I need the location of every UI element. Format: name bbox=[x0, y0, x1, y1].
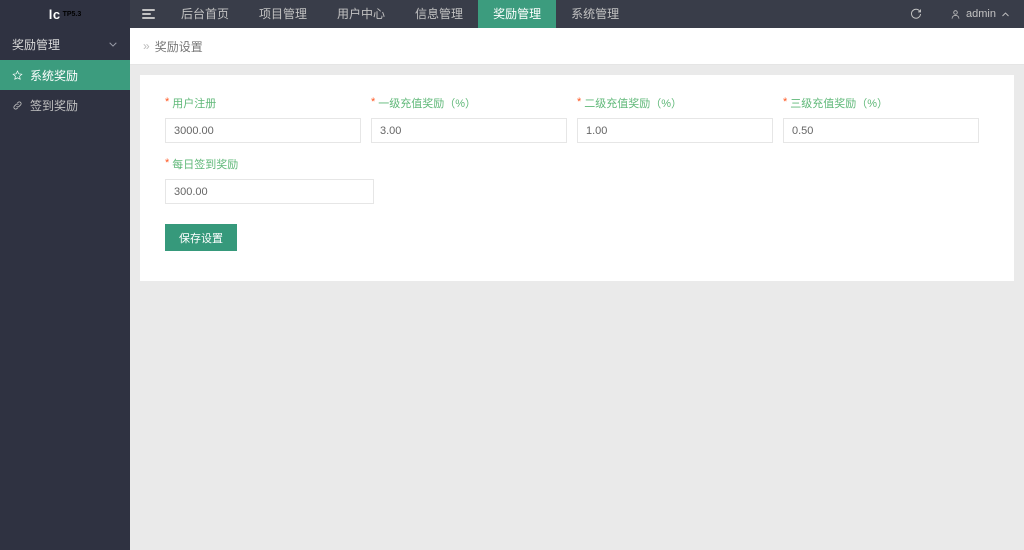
field-user-register: * 用户注册 bbox=[165, 97, 361, 143]
field-label: * 二级充值奖励（%） bbox=[577, 97, 773, 111]
field-level3-recharge: * 三级充值奖励（%） bbox=[783, 97, 979, 143]
field-label: * 每日签到奖励 bbox=[165, 158, 374, 172]
sidebar-group-reward[interactable]: 奖励管理 bbox=[0, 28, 130, 60]
field-level2-recharge: * 二级充值奖励（%） bbox=[577, 97, 773, 143]
top-header: 后台首页 项目管理 用户中心 信息管理 奖励管理 系统管理 admin bbox=[130, 0, 1024, 28]
sidebar: 奖励管理 系统奖励 签到奖励 bbox=[0, 28, 130, 550]
logo[interactable]: lc TP5.3 bbox=[0, 0, 130, 28]
app-root: lc TP5.3 后台首页 项目管理 用户中心 信息管理 奖励管理 系统管理 ad… bbox=[0, 0, 1024, 550]
required-marker: * bbox=[371, 96, 376, 108]
required-marker: * bbox=[577, 96, 582, 108]
breadcrumb: » 奖励设置 bbox=[130, 28, 1024, 65]
nav-item-home[interactable]: 后台首页 bbox=[166, 0, 244, 28]
level2-recharge-input[interactable] bbox=[577, 118, 773, 143]
user-icon bbox=[950, 9, 961, 20]
breadcrumb-separator: » bbox=[143, 39, 150, 53]
sidebar-group-label: 奖励管理 bbox=[12, 37, 61, 52]
field-level1-recharge: * 一级充值奖励（%） bbox=[371, 97, 567, 143]
refresh-icon bbox=[910, 8, 922, 20]
nav-item-info[interactable]: 信息管理 bbox=[400, 0, 478, 28]
user-menu[interactable]: admin bbox=[936, 0, 1024, 28]
field-label-text: 一级充值奖励（%） bbox=[378, 98, 477, 110]
hamburger-icon[interactable] bbox=[130, 0, 166, 28]
form-row-1: * 用户注册 * 一级充值奖励（%） * 二级充值奖励（%） bbox=[165, 97, 989, 143]
nav-item-user-center[interactable]: 用户中心 bbox=[322, 0, 400, 28]
nav-item-system[interactable]: 系统管理 bbox=[556, 0, 634, 28]
field-label-text: 每日签到奖励 bbox=[172, 159, 239, 171]
reward-settings-card: * 用户注册 * 一级充值奖励（%） * 二级充值奖励（%） bbox=[140, 75, 1014, 281]
form-actions: 保存设置 bbox=[165, 224, 989, 251]
field-label-text: 三级充值奖励（%） bbox=[790, 98, 889, 110]
logo-superscript: TP5.3 bbox=[62, 10, 82, 18]
refresh-button[interactable] bbox=[896, 0, 936, 28]
save-button[interactable]: 保存设置 bbox=[165, 224, 237, 251]
content-area: * 用户注册 * 一级充值奖励（%） * 二级充值奖励（%） bbox=[130, 65, 1024, 550]
sidebar-item-label: 系统奖励 bbox=[30, 68, 79, 83]
form-row-2: * 每日签到奖励 bbox=[165, 158, 989, 204]
nav-item-reward[interactable]: 奖励管理 bbox=[478, 0, 557, 28]
link-icon bbox=[12, 100, 23, 111]
level3-recharge-input[interactable] bbox=[783, 118, 979, 143]
hamburger-glyph bbox=[141, 9, 155, 19]
required-marker: * bbox=[165, 157, 170, 169]
breadcrumb-current: 奖励设置 bbox=[154, 39, 203, 54]
chevron-up-icon bbox=[1001, 10, 1010, 19]
field-label: * 三级充值奖励（%） bbox=[783, 97, 979, 111]
level1-recharge-input[interactable] bbox=[371, 118, 567, 143]
header-right-group: admin bbox=[896, 0, 1024, 28]
field-label: * 一级充值奖励（%） bbox=[371, 97, 567, 111]
chevron-down-icon bbox=[108, 39, 118, 49]
logo-text: lc bbox=[48, 6, 61, 22]
required-marker: * bbox=[783, 96, 788, 108]
star-icon bbox=[12, 69, 23, 81]
field-label: * 用户注册 bbox=[165, 97, 361, 111]
field-label-text: 二级充值奖励（%） bbox=[584, 98, 683, 110]
nav-item-project[interactable]: 项目管理 bbox=[244, 0, 322, 28]
daily-signin-input[interactable] bbox=[165, 179, 374, 204]
field-label-text: 用户注册 bbox=[172, 98, 217, 110]
required-marker: * bbox=[165, 96, 170, 108]
user-register-input[interactable] bbox=[165, 118, 361, 143]
sidebar-item-signin-reward[interactable]: 签到奖励 bbox=[0, 90, 130, 120]
sidebar-item-system-reward[interactable]: 系统奖励 bbox=[0, 60, 130, 90]
field-daily-signin: * 每日签到奖励 bbox=[165, 158, 374, 204]
sidebar-item-label: 签到奖励 bbox=[30, 98, 79, 113]
user-name: admin bbox=[966, 8, 996, 20]
